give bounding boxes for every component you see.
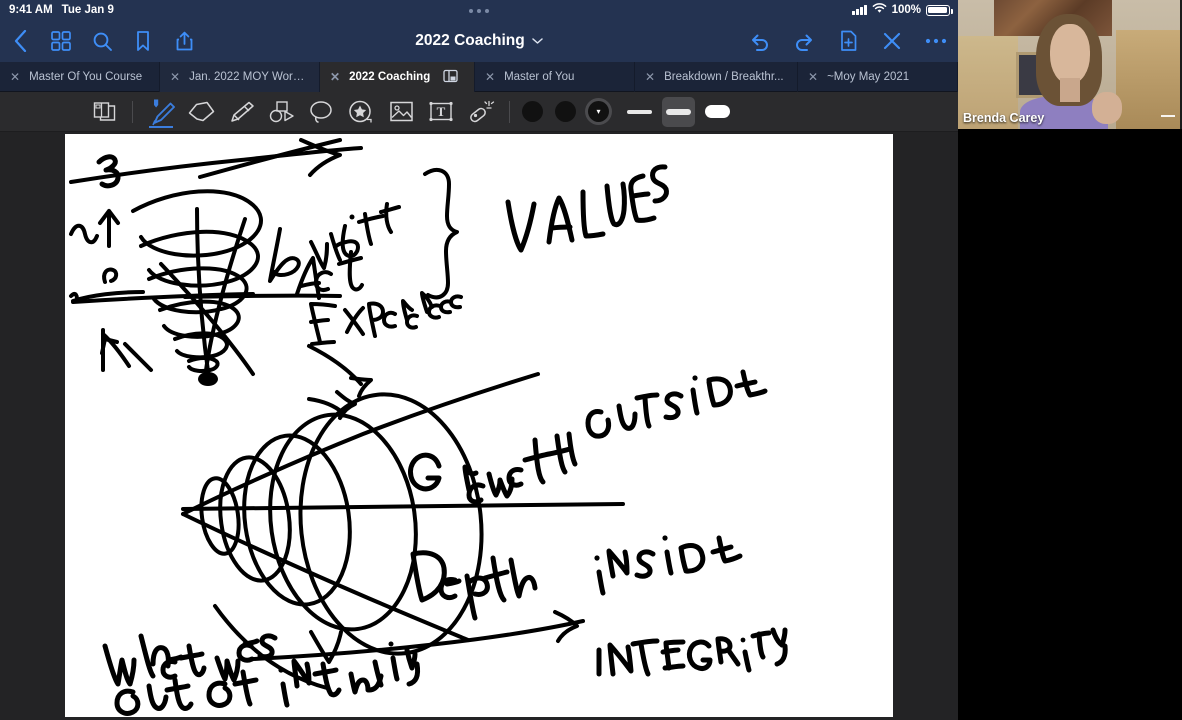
search-icon[interactable] (90, 29, 114, 53)
battery-percent-label: 100% (891, 4, 921, 16)
stroke-thin[interactable] (623, 97, 656, 127)
color-swatch-black-3[interactable]: ▾ (588, 101, 609, 122)
participant-video-tile[interactable]: Brenda Carey (958, 0, 1182, 129)
close-x-icon[interactable]: ✕ (808, 71, 818, 83)
stroke-thick-preview (705, 105, 730, 118)
color-swatch-black-1[interactable] (522, 101, 543, 122)
image-icon[interactable] (381, 95, 421, 129)
shapes-icon[interactable] (261, 95, 301, 129)
close-x-icon[interactable]: ✕ (485, 71, 495, 83)
window-grabber-icon[interactable] (469, 9, 489, 13)
tab-master-of-you-course[interactable]: ✕ Master Of You Course (0, 62, 160, 92)
more-ellipsis-icon[interactable] (924, 29, 948, 53)
drawing-toolbar: T ▾ (0, 92, 958, 132)
close-x-icon[interactable]: ✕ (10, 71, 20, 83)
chevron-down-icon: ▾ (596, 106, 601, 116)
color-swatch-black-2[interactable] (555, 101, 576, 122)
color-swatch-group: ▾ (522, 101, 609, 122)
wifi-icon (872, 3, 887, 17)
video-side-panel: Brenda Carey (958, 0, 1182, 720)
tool-group: T ▾ (84, 95, 734, 129)
canvas-area[interactable] (0, 132, 958, 720)
sticker-icon[interactable] (341, 95, 381, 129)
status-time: 9:41 AM (9, 4, 53, 16)
close-x-icon[interactable] (880, 29, 904, 53)
stroke-width-group (623, 96, 734, 127)
tab-label: Breakdown / Breakthr... (664, 71, 784, 83)
status-date: Tue Jan 9 (61, 4, 114, 16)
toolbar-divider (509, 100, 510, 123)
split-view-icon[interactable] (443, 69, 458, 86)
share-icon[interactable] (172, 29, 196, 53)
status-left-group: 9:41 AM Tue Jan 9 (9, 4, 114, 16)
stroke-medium[interactable] (662, 96, 695, 127)
nav-right-group (748, 29, 948, 53)
page-title[interactable]: 2022 Coaching (415, 32, 524, 50)
tab-master-of-you[interactable]: ✕ Master of You (475, 62, 635, 92)
toolbar-divider (132, 100, 133, 123)
redo-icon[interactable] (792, 29, 816, 53)
nav-left-group (8, 29, 196, 53)
back-chevron-icon[interactable] (8, 29, 32, 53)
tab-label: ~Moy May 2021 (827, 71, 910, 83)
svg-text:T: T (437, 104, 446, 119)
bookmark-icon[interactable] (131, 29, 155, 53)
pen-icon[interactable] (141, 95, 181, 129)
screen-root: 9:41 AM Tue Jan 9 100% 2022 Coaching ✕ M… (0, 0, 1182, 720)
close-x-icon[interactable]: ✕ (170, 71, 180, 83)
close-x-icon[interactable]: ✕ (645, 71, 655, 83)
tab-jan-2022-moy-workbook[interactable]: ✕ Jan. 2022 MOY Work... (160, 62, 320, 92)
highlighter-icon[interactable] (221, 95, 261, 129)
page-thumbnails-icon[interactable] (49, 29, 73, 53)
note-page[interactable] (65, 134, 893, 717)
handwritten-ink-drawing (69, 138, 788, 716)
tab-label: Master Of You Course (29, 71, 143, 83)
undo-icon[interactable] (748, 29, 772, 53)
eraser-icon[interactable] (181, 95, 221, 129)
status-right-group: 100% (852, 3, 953, 17)
stroke-medium-preview (666, 108, 691, 115)
lasso-select-icon[interactable] (301, 95, 341, 129)
chevron-down-icon[interactable] (531, 32, 543, 50)
battery-icon (926, 4, 953, 16)
add-page-icon[interactable] (836, 29, 860, 53)
tab-label: 2022 Coaching (349, 71, 431, 83)
stroke-thick[interactable] (701, 97, 734, 127)
tab-moy-may-2021[interactable]: ✕ ~Moy May 2021 (798, 62, 958, 92)
notability-app: 9:41 AM Tue Jan 9 100% 2022 Coaching ✕ M… (0, 0, 958, 720)
tab-label: Master of You (504, 71, 575, 83)
video-tile-border (958, 0, 1182, 129)
tab-breakdown-breakthrough[interactable]: ✕ Breakdown / Breakthr... (635, 62, 798, 92)
text-box-icon[interactable]: T (421, 95, 461, 129)
signal-bars-icon (852, 5, 867, 15)
close-x-icon[interactable]: ✕ (330, 71, 340, 83)
tab-2022-coaching[interactable]: ✕ 2022 Coaching (320, 62, 475, 92)
magic-wand-icon[interactable] (461, 95, 501, 129)
document-tab-bar: ✕ Master Of You Course ✕ Jan. 2022 MOY W… (0, 62, 958, 92)
app-navigation-bar: 2022 Coaching (0, 9, 958, 62)
stroke-thin-preview (627, 109, 652, 114)
tab-label: Jan. 2022 MOY Work... (189, 71, 307, 83)
page-layers-icon[interactable] (84, 95, 124, 129)
